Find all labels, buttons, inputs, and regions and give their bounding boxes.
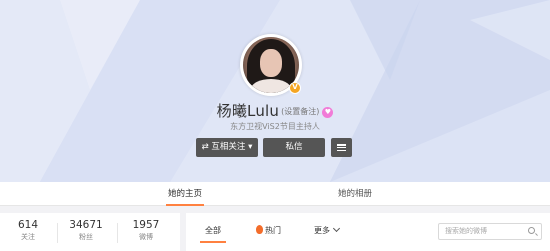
profile-tabbar: 她的主页 她的相册 (0, 182, 550, 206)
mutual-follow-button[interactable]: ⇄ 互相关注 ▾ (196, 138, 258, 157)
filter-hot[interactable]: 热门 (256, 221, 281, 241)
tab-home-label: 她的主页 (167, 189, 202, 199)
filter-more-label: 更多 (314, 226, 330, 235)
feed-filter-bar: 全部 热门 更多 搜索她的微博 (186, 213, 550, 251)
search-input[interactable]: 搜索她的微博 (438, 223, 542, 240)
fire-icon (256, 225, 263, 234)
search-placeholder: 搜索她的微博 (445, 227, 487, 235)
stat-label: 关注 (21, 233, 35, 241)
tab-album-label: 她的相册 (337, 189, 372, 199)
stat-value: 614 (17, 219, 39, 231)
set-remark-link[interactable]: (设置备注) (281, 107, 319, 116)
filter-all-label: 全部 (205, 226, 221, 235)
stat-following[interactable]: 614 关注 (0, 219, 56, 242)
search-icon[interactable] (528, 227, 535, 234)
member-icon[interactable]: ♥ (322, 107, 334, 118)
tab-album[interactable]: 她的相册 (320, 182, 390, 206)
stat-label: 粉丝 (79, 233, 93, 241)
verified-v-icon: V (289, 82, 301, 94)
message-button[interactable]: 私信 (263, 138, 325, 157)
stat-followers[interactable]: 34671 粉丝 (58, 219, 114, 242)
profile-name-row: 杨曦Lulu (设置备注) ♥ (0, 100, 550, 121)
stat-label: 微博 (139, 233, 153, 241)
stat-weibo[interactable]: 1957 微博 (118, 219, 174, 242)
stats-card: 614 关注 34671 粉丝 1957 微博 (0, 213, 180, 251)
profile-cover: V 杨曦Lulu (设置备注) ♥ 东方卫视ViS2节目主持人 ⇄ 互相关注 ▾ 私… (0, 0, 550, 182)
stat-value: 1957 (132, 219, 160, 231)
profile-intro: 东方卫视ViS2节目主持人 (230, 122, 320, 131)
tab-home[interactable]: 她的主页 (150, 182, 220, 206)
active-filter-indicator (200, 241, 226, 243)
stat-value: 34671 (69, 219, 103, 231)
chevron-down-icon (332, 224, 341, 233)
more-menu-button[interactable] (331, 138, 352, 157)
filter-all[interactable]: 全部 (200, 221, 226, 243)
active-tab-indicator (166, 204, 204, 206)
filter-hot-label: 热门 (265, 226, 281, 235)
filter-more-dropdown[interactable]: 更多 (314, 221, 341, 241)
menu-icon (337, 144, 346, 152)
profile-name: 杨曦Lulu (216, 102, 280, 120)
